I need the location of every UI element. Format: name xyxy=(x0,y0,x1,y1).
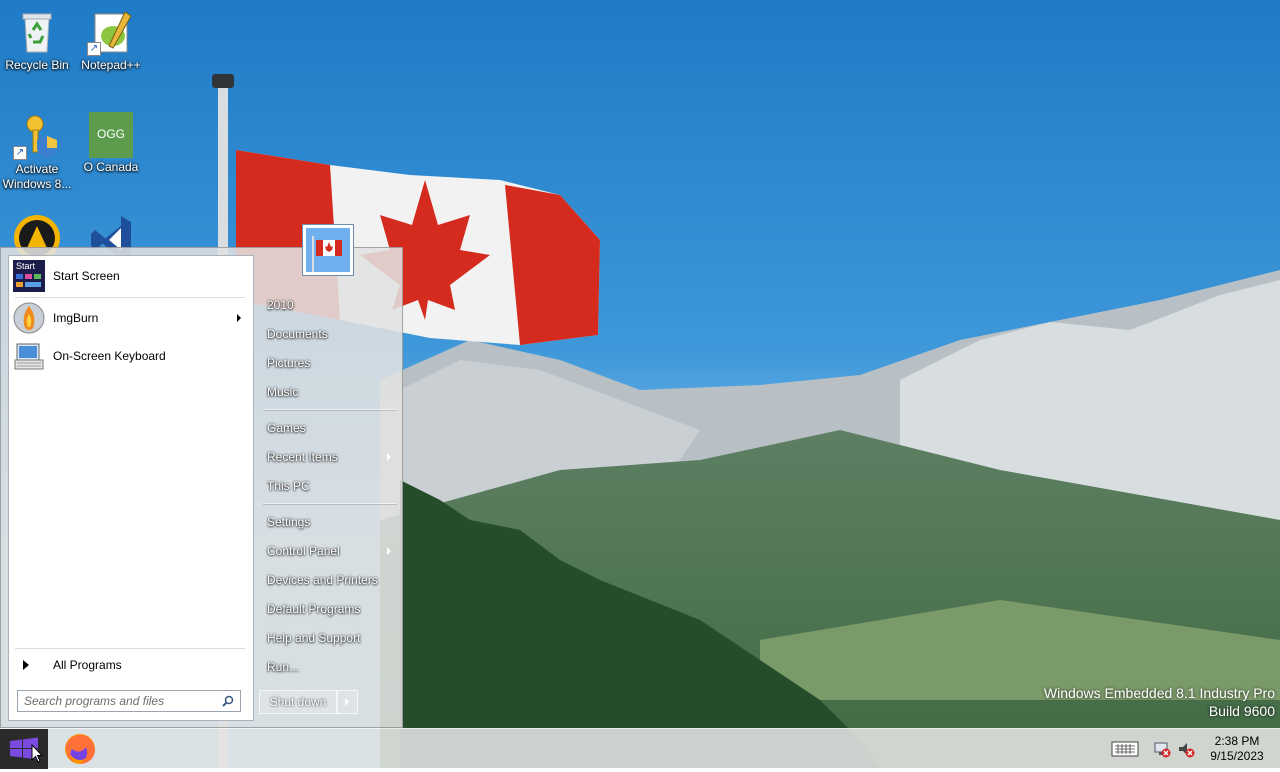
start-screen-icon: Start xyxy=(13,260,45,292)
taskbar: 2:38 PM 9/15/2023 xyxy=(0,728,1280,769)
right-item-label: Recent Items xyxy=(267,450,338,464)
right-item-label: Pictures xyxy=(267,356,311,370)
submenu-arrow-icon xyxy=(387,453,391,461)
shut-down-options-button[interactable] xyxy=(337,690,358,714)
shortcut-arrow-icon: ↗ xyxy=(13,146,27,160)
ogg-badge: OGG xyxy=(96,127,125,141)
desktop-icon-recycle-bin[interactable]: Recycle Bin xyxy=(1,8,73,73)
submenu-arrow-icon xyxy=(387,547,391,555)
desktop-icon-activate-windows[interactable]: ↗ Activate Windows 8... xyxy=(1,112,73,192)
taskbar-app-firefox[interactable] xyxy=(60,731,100,767)
touch-keyboard-icon[interactable] xyxy=(1111,740,1139,758)
right-item-label: Devices and Printers xyxy=(267,573,378,587)
shortcut-arrow-icon: ↗ xyxy=(87,42,101,56)
start-right-recent-items[interactable]: Recent Items xyxy=(259,444,399,470)
taskbar-clock[interactable]: 2:38 PM 9/15/2023 xyxy=(1198,734,1276,764)
search-box xyxy=(17,690,241,712)
start-item-label: ImgBurn xyxy=(53,311,99,325)
right-item-label: Music xyxy=(267,385,299,399)
start-right-default-programs[interactable]: Default Programs xyxy=(259,596,399,622)
separator xyxy=(263,409,397,410)
watermark-edition: Windows Embedded 8.1 Industry Pro xyxy=(1043,685,1275,701)
desktop-icon-label: Notepad++ xyxy=(81,58,141,72)
right-item-label: 2010 xyxy=(267,298,294,312)
desktop-icon-notepad-plus-plus[interactable]: ↗ Notepad++ xyxy=(75,8,147,73)
start-menu: Start Start Screen ImgBurn On-Screen Key… xyxy=(0,224,403,728)
right-item-label: Settings xyxy=(267,515,311,529)
chevron-right-icon xyxy=(345,698,349,706)
right-item-label: Games xyxy=(267,421,306,435)
start-item-label: On-Screen Keyboard xyxy=(53,349,166,363)
right-item-label: Control Panel xyxy=(267,544,340,558)
separator xyxy=(263,503,397,504)
start-right-run[interactable]: Run... xyxy=(259,654,399,680)
separator xyxy=(15,297,245,298)
notepad-plus-plus-icon: ↗ xyxy=(87,8,135,56)
firefox-icon xyxy=(65,734,95,764)
right-item-label: Help and Support xyxy=(267,631,361,645)
desktop-icon-label: O Canada xyxy=(83,160,139,174)
volume-muted-icon[interactable] xyxy=(1177,740,1195,758)
key-shield-icon: ↗ xyxy=(13,112,61,160)
start-right-devices-and-printers[interactable]: Devices and Printers xyxy=(259,567,399,593)
start-right-2010[interactable]: 2010 xyxy=(259,292,399,318)
clock-date: 9/15/2023 xyxy=(1210,749,1264,763)
start-right-control-panel[interactable]: Control Panel xyxy=(259,538,399,564)
clock-time: 2:38 PM xyxy=(1214,734,1260,748)
shut-down-label: Shut down xyxy=(269,695,327,709)
right-item-label: Default Programs xyxy=(267,602,361,616)
mouse-cursor-icon xyxy=(31,744,43,763)
shut-down-button[interactable]: Shut down xyxy=(259,690,337,714)
recycle-bin-icon xyxy=(13,8,61,56)
submenu-arrow-icon xyxy=(237,314,241,322)
start-item-imgburn[interactable]: ImgBurn xyxy=(13,302,249,334)
search-input[interactable] xyxy=(18,691,216,711)
all-programs-arrow-icon xyxy=(23,660,29,670)
right-item-label: Documents xyxy=(267,327,328,341)
search-icon[interactable] xyxy=(222,695,234,707)
right-item-label: Run... xyxy=(267,660,300,674)
start-right-music[interactable]: Music xyxy=(259,379,399,405)
start-right-pictures[interactable]: Pictures xyxy=(259,350,399,376)
network-error-icon[interactable] xyxy=(1153,740,1171,758)
start-right-this-pc[interactable]: This PC xyxy=(259,473,399,499)
start-right-help-and-support[interactable]: Help and Support xyxy=(259,625,399,651)
windows-version-watermark: Windows Embedded 8.1 Industry Pro Build … xyxy=(1044,684,1275,720)
start-item-label: Start Screen xyxy=(53,269,120,283)
right-item-label: This PC xyxy=(267,479,310,493)
desktop-icon-o-canada[interactable]: OGG O Canada xyxy=(75,112,147,175)
start-menu-left-pane: Start Start Screen ImgBurn On-Screen Key… xyxy=(8,255,254,721)
ogg-audio-file-icon: OGG xyxy=(89,112,133,158)
desktop-icon-label: Recycle Bin xyxy=(5,58,69,72)
start-screen-icon-text: Start xyxy=(16,261,36,271)
start-item-on-screen-keyboard[interactable]: On-Screen Keyboard xyxy=(13,340,249,372)
user-account-picture[interactable] xyxy=(302,224,354,276)
start-item-start-screen[interactable]: Start Start Screen xyxy=(13,260,249,292)
on-screen-keyboard-icon xyxy=(13,340,45,372)
start-right-documents[interactable]: Documents xyxy=(259,321,399,347)
all-programs-button[interactable]: All Programs xyxy=(13,654,249,676)
watermark-build: Build 9600 xyxy=(1208,703,1275,719)
desktop-icon-label: Activate Windows 8... xyxy=(2,162,72,191)
separator xyxy=(15,648,245,649)
imgburn-icon xyxy=(13,302,45,334)
all-programs-label: All Programs xyxy=(53,658,122,672)
start-right-settings[interactable]: Settings xyxy=(259,509,399,535)
start-right-games[interactable]: Games xyxy=(259,415,399,441)
